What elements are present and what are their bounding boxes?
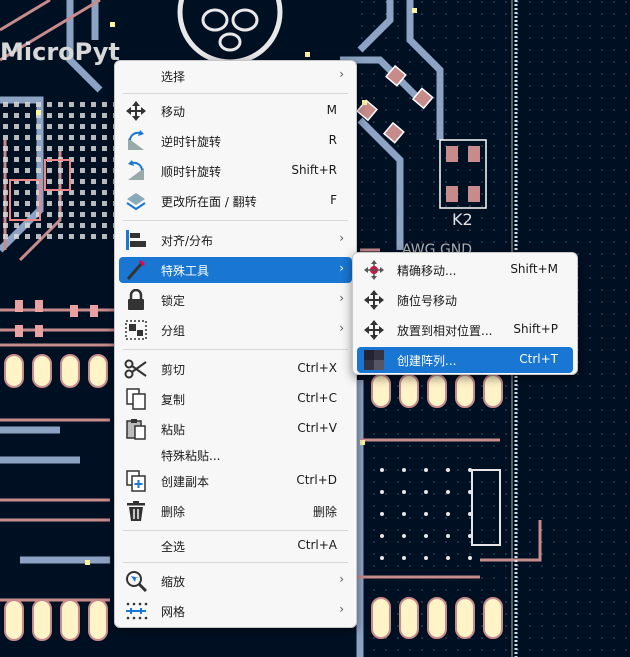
menu-item-label: 逆时针旋转 bbox=[161, 135, 222, 149]
menu-item-label: 锁定 bbox=[161, 294, 186, 308]
menu-item-delete[interactable]: 删除 删除 bbox=[119, 498, 352, 524]
create-array-icon bbox=[362, 349, 386, 371]
menu-item-flip[interactable]: 更改所在面 / 翻转 F bbox=[119, 188, 352, 214]
submenu-item-label: 放置到相对位置... bbox=[397, 324, 493, 338]
grid-icon bbox=[124, 600, 148, 622]
menu-item-paste-special[interactable]: 特殊粘贴... bbox=[119, 442, 352, 468]
menu-item-duplicate[interactable]: 创建副本 Ctrl+D bbox=[119, 468, 352, 494]
menu-separator bbox=[123, 220, 348, 221]
menu-item-copy[interactable]: 复制 Ctrl+C bbox=[119, 386, 352, 412]
menu-item-grid[interactable]: 网格 › bbox=[119, 598, 352, 624]
chevron-right-icon: › bbox=[339, 602, 344, 616]
menu-item-shortcut: 删除 bbox=[312, 505, 337, 519]
rotate-ccw-icon bbox=[124, 130, 148, 152]
k2-ref-label: K2 bbox=[452, 210, 473, 229]
submenu-item-position-relative[interactable]: 放置到相对位置... Shift+P bbox=[357, 317, 573, 343]
menu-item-shortcut: Ctrl+A bbox=[297, 538, 337, 552]
menu-item-label: 粘贴 bbox=[161, 423, 186, 437]
submenu-item-create-array[interactable]: 创建阵列... Ctrl+T bbox=[357, 347, 573, 373]
menu-item-label: 选择 bbox=[161, 70, 186, 84]
menu-item-shortcut: Shift+R bbox=[291, 163, 337, 177]
menu-item-label: 顺时针旋转 bbox=[161, 165, 222, 179]
move-with-reference-icon bbox=[362, 289, 386, 311]
menu-item-label: 全选 bbox=[161, 540, 186, 554]
menu-item-select-all[interactable]: 全选 Ctrl+A bbox=[119, 533, 352, 559]
position-relative-icon bbox=[362, 319, 386, 341]
submenu-item-precise-move[interactable]: 精确移动... Shift+M bbox=[357, 257, 573, 283]
duplicate-icon bbox=[124, 470, 148, 492]
context-menu: 选择 › 移动 M 逆时针旋转 R 顺时针旋转 Shift+R 更改所在面 / … bbox=[114, 60, 357, 628]
menu-item-rotate-ccw[interactable]: 逆时针旋转 R bbox=[119, 128, 352, 154]
zoom-icon bbox=[124, 570, 148, 592]
special-tools-icon bbox=[124, 259, 148, 281]
paste-icon bbox=[124, 418, 148, 440]
menu-item-label: 删除 bbox=[161, 505, 186, 519]
menu-item-label: 网格 bbox=[161, 605, 186, 619]
menu-item-label: 创建副本 bbox=[161, 475, 210, 489]
menu-item-paste[interactable]: 粘贴 Ctrl+V bbox=[119, 416, 352, 442]
menu-item-shortcut: M bbox=[326, 103, 337, 117]
menu-item-select[interactable]: 选择 › bbox=[119, 63, 352, 89]
rotate-cw-icon bbox=[124, 160, 148, 182]
align-icon bbox=[124, 229, 148, 251]
menu-separator bbox=[123, 349, 348, 350]
menu-item-rotate-cw[interactable]: 顺时针旋转 Shift+R bbox=[119, 158, 352, 184]
menu-item-label: 更改所在面 / 翻转 bbox=[161, 195, 257, 209]
menu-item-special-tools[interactable]: 特殊工具 › bbox=[119, 257, 352, 283]
flip-icon bbox=[124, 190, 148, 212]
menu-item-shortcut: F bbox=[330, 193, 337, 207]
menu-item-move[interactable]: 移动 M bbox=[119, 98, 352, 124]
menu-separator bbox=[123, 562, 348, 563]
submenu-item-move-with-reference[interactable]: 随位号移动 bbox=[357, 287, 573, 313]
chevron-right-icon: › bbox=[339, 321, 344, 335]
menu-item-lock[interactable]: 锁定 › bbox=[119, 287, 352, 313]
menu-item-label: 剪切 bbox=[161, 363, 186, 377]
menu-item-align-distribute[interactable]: 对齐/分布 › bbox=[119, 227, 352, 253]
copy-icon bbox=[124, 388, 148, 410]
menu-item-shortcut: Ctrl+X bbox=[297, 361, 337, 375]
menu-item-label: 分组 bbox=[161, 324, 186, 338]
menu-item-label: 复制 bbox=[161, 393, 186, 407]
menu-item-shortcut: R bbox=[328, 133, 337, 147]
chevron-right-icon: › bbox=[339, 261, 344, 275]
group-icon bbox=[124, 319, 148, 341]
menu-item-shortcut: Ctrl+C bbox=[297, 391, 337, 405]
submenu-item-label: 精确移动... bbox=[397, 264, 457, 278]
cut-icon bbox=[124, 358, 148, 380]
menu-separator bbox=[123, 530, 348, 531]
menu-item-label: 特殊工具 bbox=[161, 264, 210, 278]
move-icon bbox=[124, 100, 148, 122]
chevron-right-icon: › bbox=[339, 291, 344, 305]
menu-item-label: 特殊粘贴... bbox=[161, 449, 221, 463]
menu-item-label: 缩放 bbox=[161, 575, 186, 589]
special-tools-submenu: 精确移动... Shift+M 随位号移动 放置到相对位置... Shift+P… bbox=[352, 252, 578, 375]
menu-item-label: 移动 bbox=[161, 105, 186, 119]
menu-item-shortcut: Ctrl+V bbox=[297, 421, 337, 435]
silk-text: MicroPyt bbox=[0, 38, 120, 66]
chevron-right-icon: › bbox=[339, 67, 344, 81]
submenu-item-shortcut: Shift+M bbox=[510, 262, 558, 276]
menu-item-shortcut: Ctrl+D bbox=[296, 473, 337, 487]
submenu-item-shortcut: Shift+P bbox=[513, 322, 558, 336]
menu-item-cut[interactable]: 剪切 Ctrl+X bbox=[119, 356, 352, 382]
submenu-item-label: 随位号移动 bbox=[397, 294, 458, 308]
chevron-right-icon: › bbox=[339, 231, 344, 245]
chevron-right-icon: › bbox=[339, 572, 344, 586]
submenu-item-label: 创建阵列... bbox=[397, 354, 457, 368]
menu-item-group[interactable]: 分组 › bbox=[119, 317, 352, 343]
menu-item-zoom[interactable]: 缩放 › bbox=[119, 568, 352, 594]
submenu-item-shortcut: Ctrl+T bbox=[519, 352, 558, 366]
precise-move-icon bbox=[362, 259, 386, 281]
delete-icon bbox=[124, 500, 148, 522]
menu-separator bbox=[123, 93, 348, 94]
menu-item-label: 对齐/分布 bbox=[161, 234, 214, 248]
lock-icon bbox=[124, 289, 148, 311]
